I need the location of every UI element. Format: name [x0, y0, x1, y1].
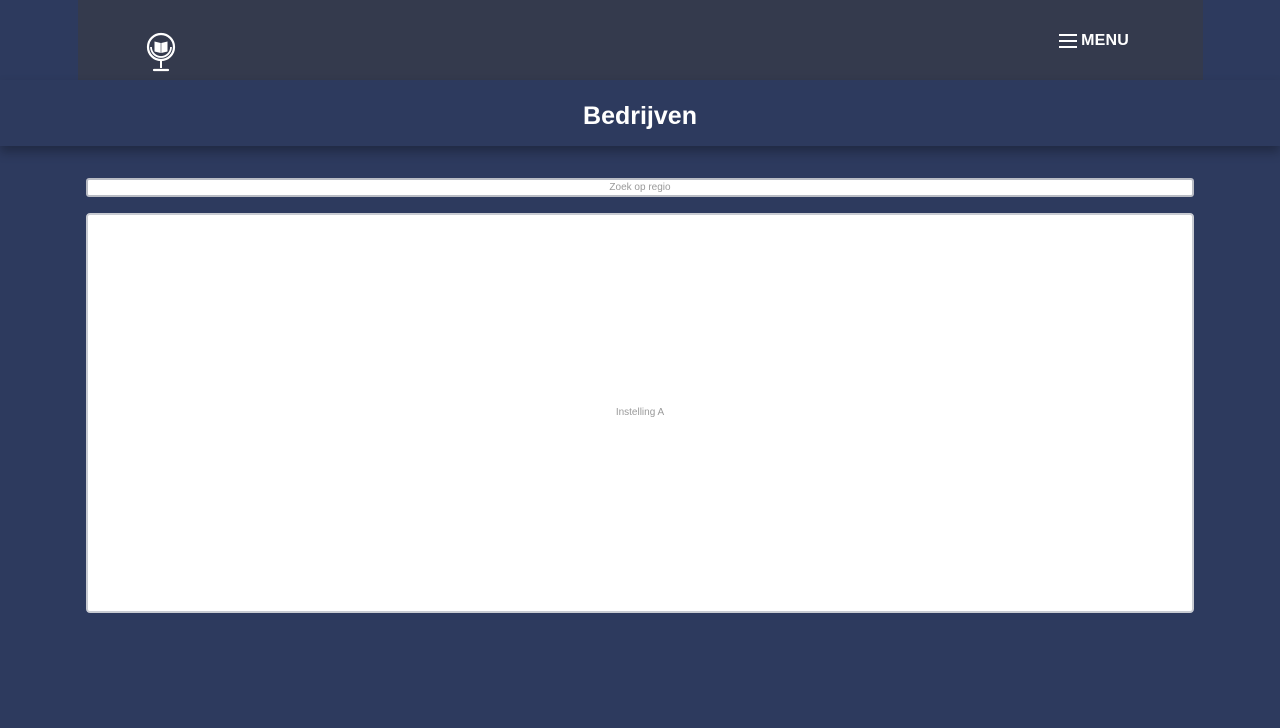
- globe-book-icon[interactable]: [144, 30, 180, 74]
- region-search-input[interactable]: [86, 178, 1194, 197]
- title-band: Bedrijven: [0, 80, 1280, 146]
- top-navigation-bar: MENU: [78, 0, 1203, 80]
- menu-button[interactable]: MENU: [1059, 30, 1129, 52]
- result-item[interactable]: Instelling A: [88, 407, 1192, 418]
- page: MENU Bedrijven Instelling A: [0, 0, 1280, 728]
- menu-label: MENU: [1081, 32, 1129, 49]
- hamburger-icon: [1059, 34, 1078, 48]
- results-panel: Instelling A: [86, 213, 1194, 613]
- page-title: Bedrijven: [583, 102, 697, 130]
